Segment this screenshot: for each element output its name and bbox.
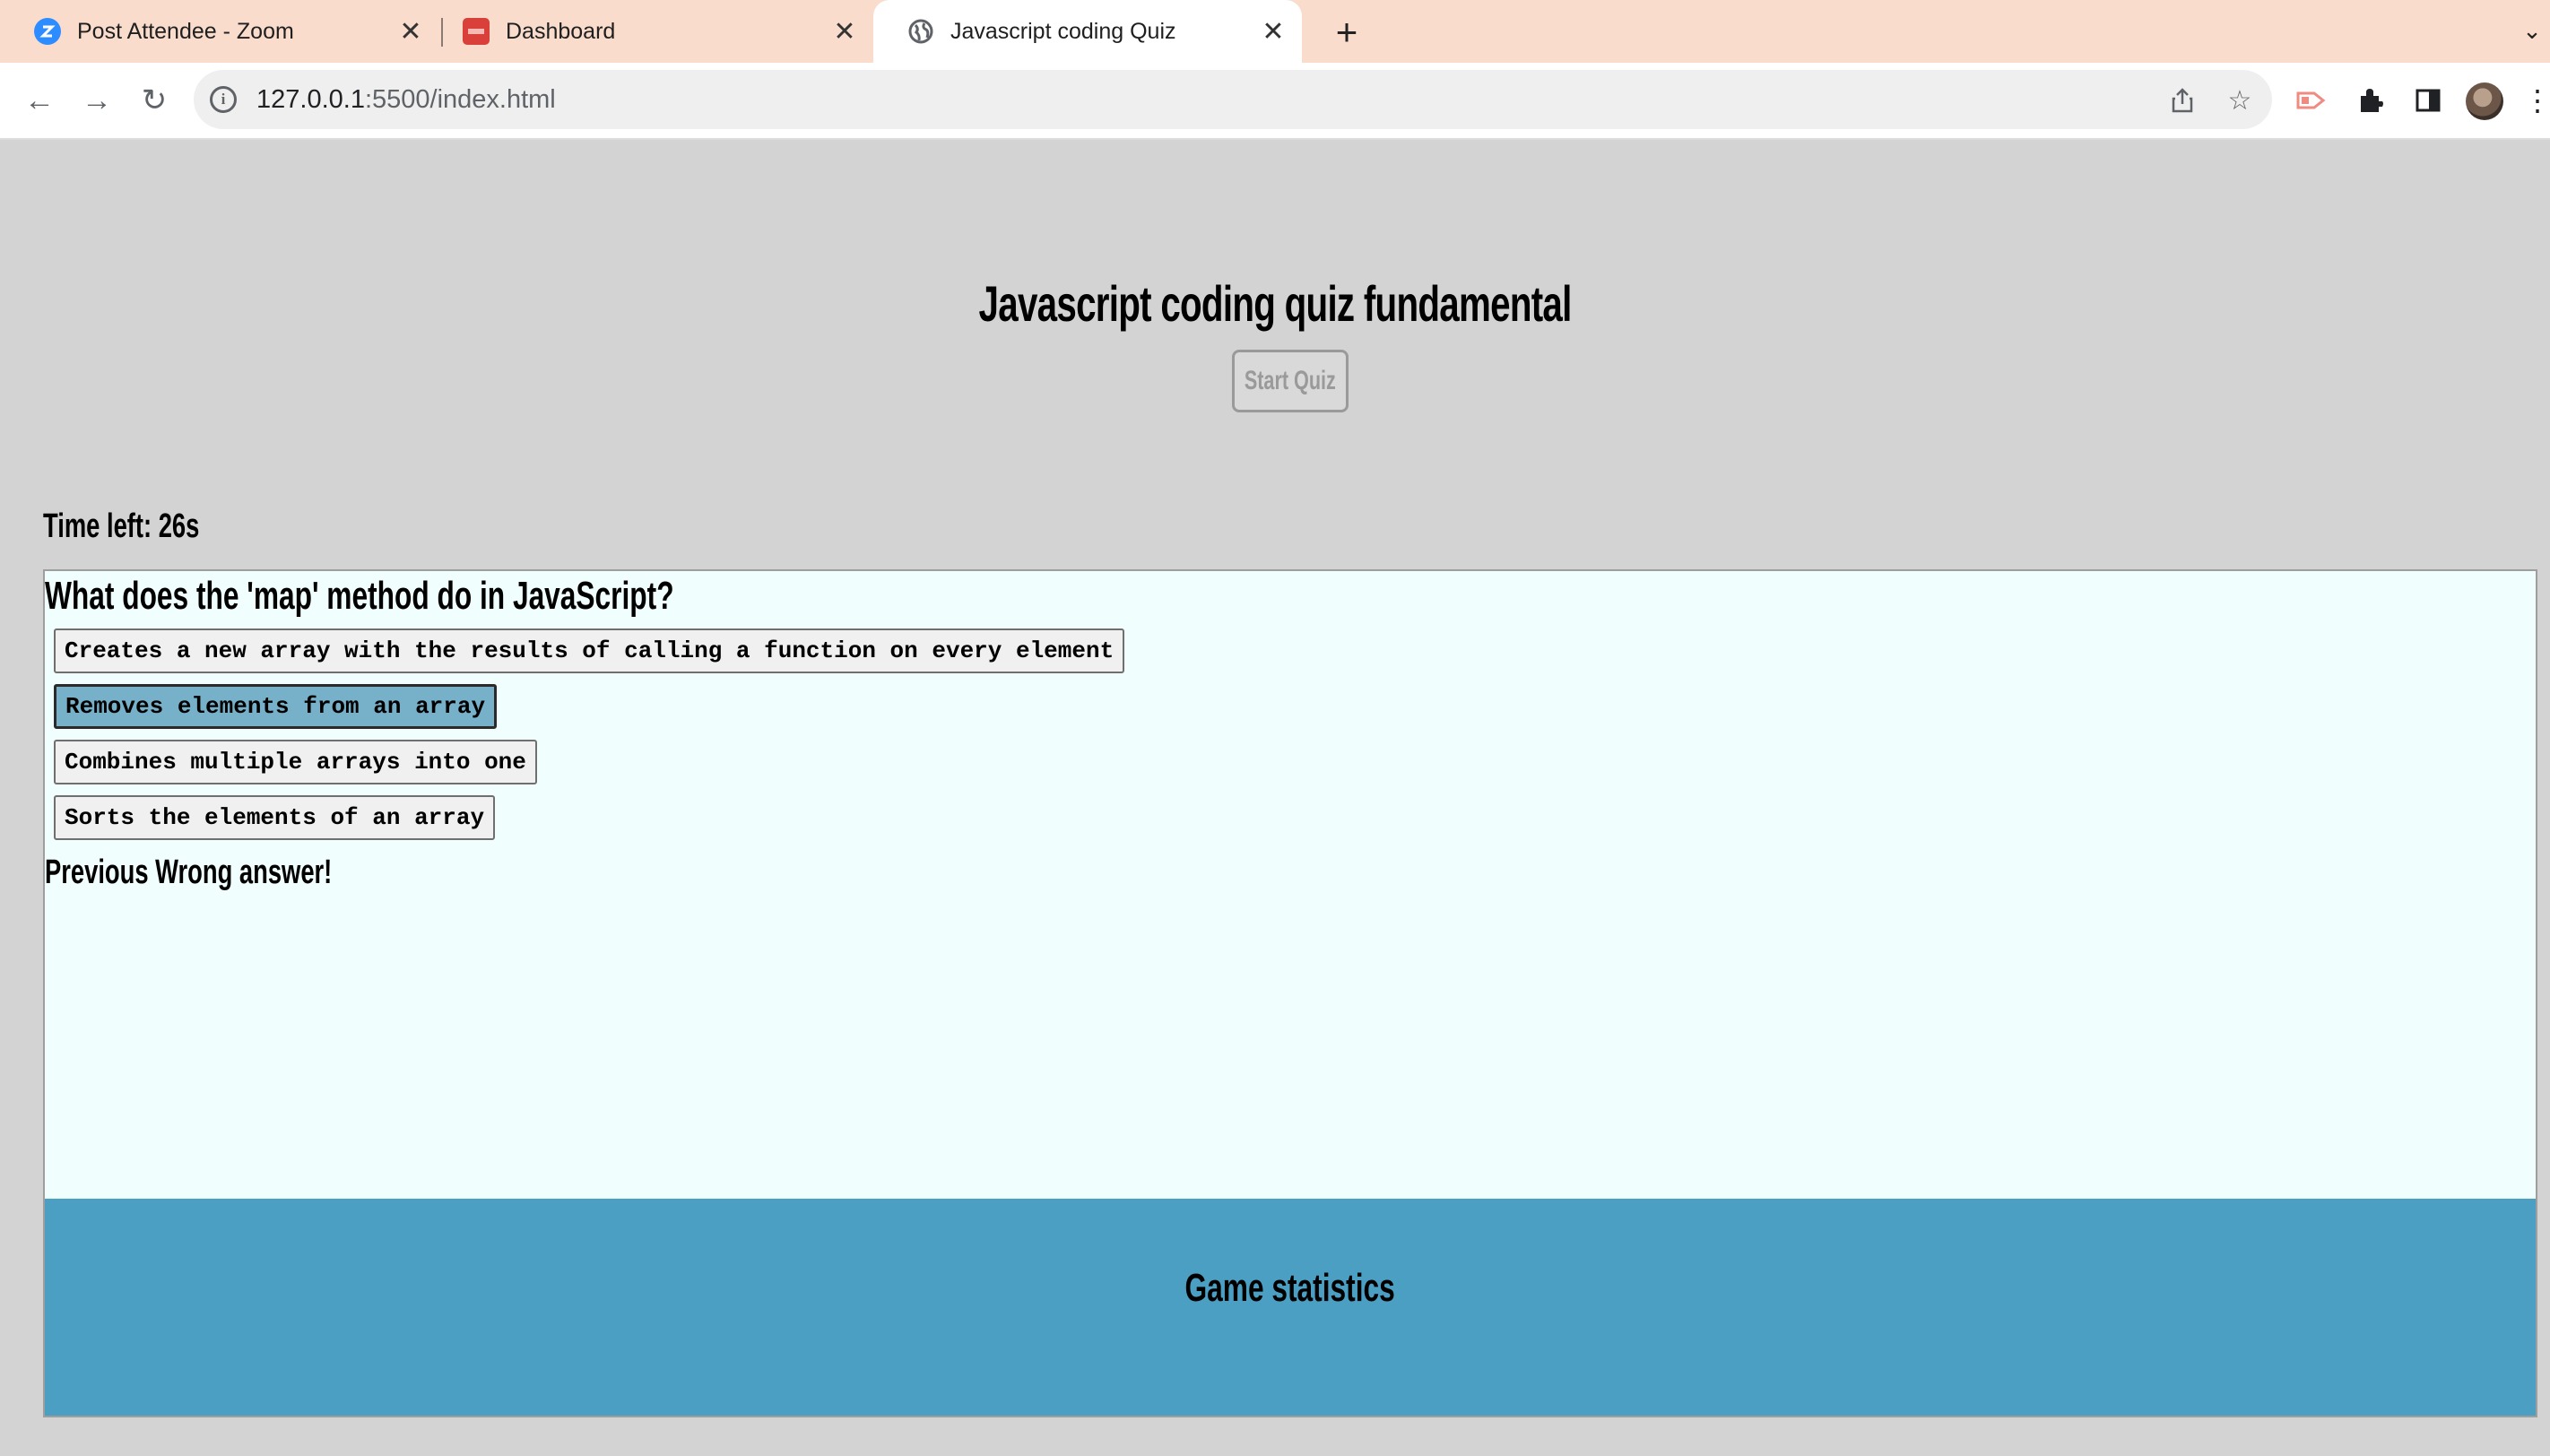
bookmark-star-icon[interactable]: ☆ [2222, 82, 2258, 118]
game-statistics-title: Game statistics [1184, 1266, 1396, 1310]
reload-icon[interactable]: ↻ [134, 81, 174, 120]
answer-feedback: Previous Wrong answer! [45, 854, 333, 891]
back-icon[interactable]: ← [20, 81, 59, 120]
browser-toolbar: ← → ↻ i 127.0.0.1:5500/index.html ☆ [0, 63, 2550, 140]
tab-title: Javascript coding Quiz [950, 18, 1176, 44]
close-tab-icon[interactable]: ✕ [395, 15, 427, 48]
side-panel-icon[interactable] [2408, 81, 2448, 120]
answer-option-2[interactable]: Removes elements from an array [54, 684, 498, 729]
start-quiz-button[interactable]: Start Quiz [1232, 350, 1349, 412]
tab-title: Dashboard [506, 18, 616, 44]
tab-zoom[interactable]: Post Attendee - Zoom ✕ [0, 0, 439, 63]
close-tab-icon[interactable]: ✕ [1257, 15, 1289, 48]
game-statistics-panel: Game statistics [43, 1199, 2537, 1417]
page-title: Javascript coding quiz fundamental [978, 275, 1572, 332]
globe-icon [907, 18, 934, 45]
browser-tabstrip: Post Attendee - Zoom ✕ Dashboard ✕ Javas… [0, 0, 2550, 63]
tab-dashboard[interactable]: Dashboard ✕ [429, 0, 873, 63]
forward-icon[interactable]: → [77, 81, 117, 120]
tab-quiz[interactable]: Javascript coding Quiz ✕ [873, 0, 1302, 63]
extensions-puzzle-icon[interactable] [2351, 81, 2390, 120]
chevron-down-icon[interactable]: ⌄ [2516, 14, 2548, 47]
answer-option-1[interactable]: Creates a new array with the results of … [54, 628, 1125, 673]
answer-option-3[interactable]: Combines multiple arrays into one [54, 740, 537, 784]
zoom-icon [34, 18, 61, 45]
url-text: 127.0.0.1:5500/index.html [256, 84, 556, 114]
dashboard-favicon [463, 18, 490, 45]
answer-option-4[interactable]: Sorts the elements of an array [54, 795, 496, 840]
more-menu-icon[interactable]: ⋮ [2523, 81, 2550, 120]
extension-video-icon[interactable] [2292, 81, 2331, 120]
site-info-icon[interactable]: i [210, 86, 237, 113]
tab-title: Post Attendee - Zoom [77, 18, 294, 44]
time-left-label: Time left: 26s [43, 507, 200, 545]
new-tab-icon[interactable]: + [1327, 11, 1366, 53]
question-text: What does the 'map' method do in JavaScr… [45, 574, 674, 618]
address-bar[interactable]: i 127.0.0.1:5500/index.html ☆ [194, 70, 2272, 129]
close-tab-icon[interactable]: ✕ [828, 15, 861, 48]
share-icon[interactable] [2164, 82, 2200, 118]
profile-avatar[interactable] [2466, 82, 2503, 120]
